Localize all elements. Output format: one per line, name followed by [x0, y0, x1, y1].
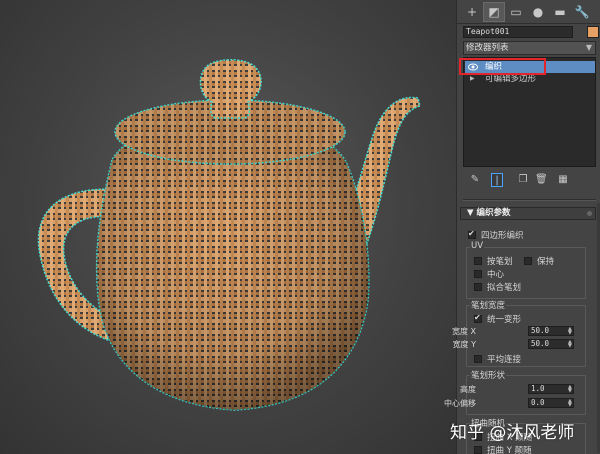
smooth-join-checkbox[interactable]: 平均连接: [474, 353, 521, 365]
height-label: 高度: [460, 385, 476, 394]
smooth-join-label: 平均连接: [487, 355, 522, 365]
make-unique-icon[interactable]: ❐: [517, 173, 529, 187]
checkbox-icon: [474, 283, 482, 291]
uniform-checkbox[interactable]: 统一变形: [474, 313, 521, 325]
remove-modifier-icon[interactable]: 🗑: [535, 173, 548, 187]
modifier-list-label: 修改器列表: [466, 43, 509, 53]
uv-fit-stroke-checkbox[interactable]: 拟合笔划: [474, 281, 521, 293]
command-panel-tabs: + ◩ ▭ ● ▬ 🔧: [457, 0, 600, 24]
checkbox-icon: [468, 229, 476, 239]
create-icon[interactable]: +: [461, 2, 483, 22]
checkbox-icon: [474, 257, 482, 265]
spinner-arrows-icon[interactable]: ▲ ▼: [568, 385, 572, 394]
chevron-down-icon: ▼: [585, 43, 592, 52]
uv-option-label: 按笔划: [487, 257, 513, 267]
uv-center-checkbox[interactable]: 中心: [474, 268, 504, 280]
uv-option-label: 中心: [487, 270, 505, 280]
display-icon[interactable]: ▬: [549, 2, 571, 22]
width-y-label: 宽度 Y: [452, 340, 476, 349]
stack-toolbar: ✎ | ❐ 🗑 ▦: [457, 170, 600, 190]
hierarchy-icon[interactable]: ▭: [505, 2, 527, 22]
object-color-swatch[interactable]: [587, 26, 599, 38]
checkbox-icon: [474, 313, 482, 323]
pin-stack-icon[interactable]: ✎: [469, 173, 481, 187]
stroke-width-group-label: 笔划宽度: [470, 299, 507, 311]
motion-icon[interactable]: ●: [527, 2, 549, 22]
spinner-arrows-icon[interactable]: ▲ ▼: [568, 340, 572, 349]
rollout-header[interactable]: ▼ 编织参数: [460, 207, 596, 220]
checkbox-icon: [524, 257, 532, 265]
checkbox-icon: [474, 355, 482, 363]
width-x-label: 宽度 X: [451, 327, 476, 336]
twist-y-label: 扭曲 Y 颠随: [487, 446, 532, 454]
twist-y-checkbox[interactable]: 扭曲 Y 颠随: [474, 444, 532, 454]
rollout-toggle-icon: ▼: [467, 208, 477, 218]
modifier-list-dropdown[interactable]: 修改器列表 ▼: [463, 41, 596, 55]
object-name-row: Teapot001: [463, 26, 599, 38]
object-name-field[interactable]: Teapot001: [463, 26, 573, 38]
viewport[interactable]: [0, 0, 456, 454]
uv-keep-checkbox[interactable]: 保持: [524, 255, 554, 267]
checkbox-icon: [474, 270, 482, 278]
uv-option-label: 拟合笔划: [487, 283, 522, 293]
spinner-arrows-icon[interactable]: ▲ ▼: [568, 327, 572, 336]
uv-group-label: UV: [470, 241, 485, 251]
weave-parameters-rollout: ▼ 编织参数 四边形编织 UV 按笔划 保持 中心 拟合笔划 笔划宽度 统一变形…: [444, 207, 596, 454]
configure-sets-icon[interactable]: ▦: [557, 173, 569, 187]
show-end-result-icon[interactable]: |: [491, 173, 503, 187]
rollout-title: 编织参数: [476, 208, 511, 218]
quad-weave-label: 四边形编织: [481, 231, 524, 241]
divider: [463, 199, 596, 201]
highlight-annotation-box: [459, 58, 546, 75]
stroke-shape-group: [466, 375, 586, 415]
checkbox-icon: [474, 446, 482, 454]
uv-option-label: 保持: [537, 257, 555, 267]
center-offset-label: 中心偏移: [444, 399, 476, 408]
uv-by-stroke-checkbox[interactable]: 按笔划: [474, 255, 513, 267]
spinner-arrows-icon[interactable]: ▲ ▼: [568, 399, 572, 408]
teapot-render[interactable]: [0, 0, 456, 454]
quad-weave-checkbox[interactable]: 四边形编织: [468, 229, 524, 241]
stroke-shape-group-label: 笔划形状: [470, 369, 507, 381]
utilities-icon[interactable]: 🔧: [571, 2, 593, 22]
rollout-dot-icon: [587, 211, 592, 216]
uniform-label: 统一变形: [487, 315, 522, 325]
modify-icon[interactable]: ◩: [483, 1, 505, 22]
watermark: 知乎 @沐风老师: [450, 423, 575, 443]
